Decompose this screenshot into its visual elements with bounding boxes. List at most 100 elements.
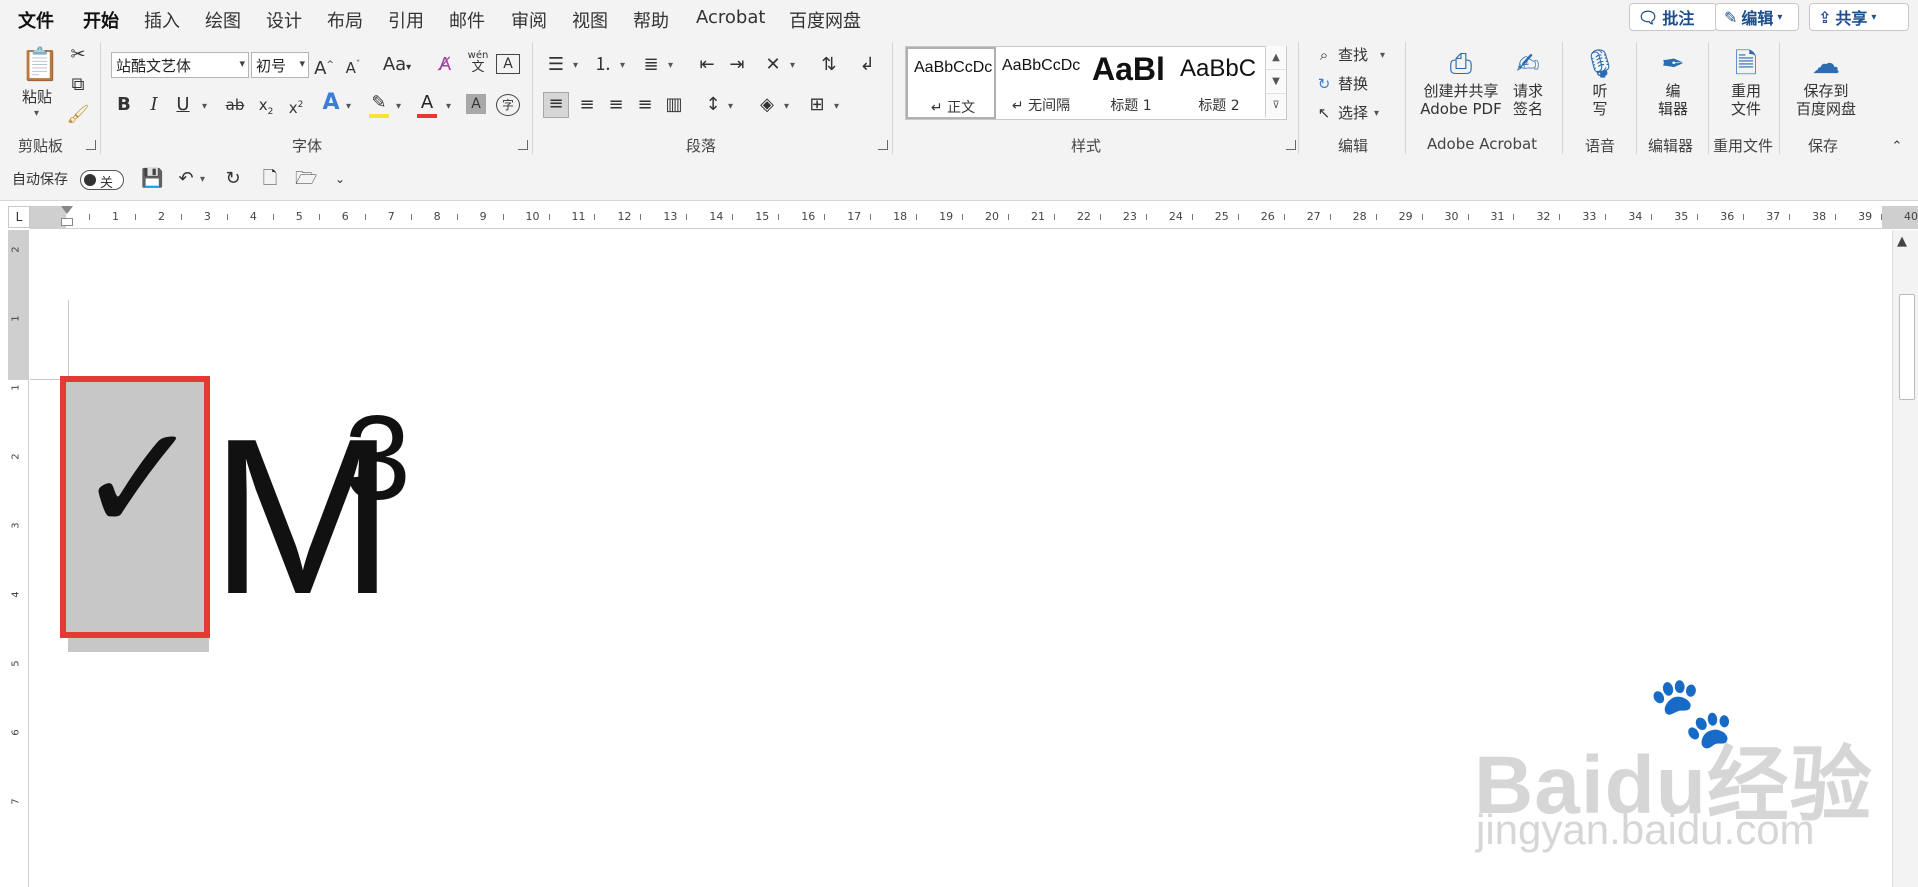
distributed-icon[interactable]: ▥ bbox=[663, 94, 685, 116]
reuse-files-button[interactable]: 🗎 重用 文件 bbox=[1718, 46, 1774, 118]
shrink-font-icon[interactable]: Aˇ bbox=[342, 54, 364, 79]
grow-font-icon[interactable]: A^ bbox=[313, 54, 335, 80]
highlight-icon[interactable]: ✎ bbox=[368, 92, 390, 114]
bullets-icon[interactable]: ☰ bbox=[545, 54, 567, 76]
numbering-icon[interactable]: ⒈ bbox=[592, 54, 614, 76]
save-to-baidu-button[interactable]: ☁ 保存到 百度网盘 bbox=[1786, 46, 1866, 118]
tab-view[interactable]: 视图 bbox=[572, 7, 608, 33]
sort-icon[interactable]: ⇅ bbox=[818, 54, 840, 76]
tab-insert[interactable]: 插入 bbox=[144, 7, 180, 33]
save-icon[interactable]: 💾 bbox=[141, 168, 163, 190]
font-launcher-icon[interactable] bbox=[518, 140, 528, 150]
borders-icon[interactable]: ⊞ bbox=[806, 94, 828, 116]
dictate-button[interactable]: 🎙 听 写 bbox=[1574, 46, 1626, 118]
new-document-icon[interactable]: 🗋 bbox=[259, 168, 281, 190]
checkmark-character[interactable]: ✓ bbox=[76, 405, 202, 555]
select-cursor-icon[interactable]: ↖ bbox=[1314, 102, 1334, 124]
style-no-spacing[interactable]: AaBbCcDc ↵ 无间隔 bbox=[996, 47, 1086, 119]
tab-mailings[interactable]: 邮件 bbox=[449, 7, 485, 33]
chevron-down-icon[interactable]: ▾ bbox=[1380, 50, 1385, 61]
paragraph-launcher-icon[interactable] bbox=[878, 140, 888, 150]
chevron-down-icon[interactable]: ▾ bbox=[200, 174, 205, 185]
align-center-icon[interactable]: ≡ bbox=[576, 94, 598, 116]
tab-design[interactable]: 设计 bbox=[266, 7, 302, 33]
chevron-down-icon[interactable]: ▾ bbox=[396, 101, 401, 112]
open-folder-icon[interactable]: 🗁 bbox=[295, 168, 317, 190]
phonetic-guide-icon[interactable]: wén 文 bbox=[466, 50, 490, 74]
styles-scroll[interactable]: ▲ ▼ ⊽ bbox=[1265, 46, 1286, 118]
asian-layout-icon[interactable]: ✕ bbox=[762, 54, 784, 76]
first-line-indent-marker[interactable] bbox=[61, 206, 73, 214]
chevron-down-icon[interactable]: ▾ bbox=[784, 101, 789, 112]
font-color-icon[interactable]: A bbox=[416, 92, 438, 114]
style-heading-1[interactable]: AaBl 标题 1 bbox=[1086, 47, 1176, 119]
redo-icon[interactable]: ↻ bbox=[222, 168, 244, 190]
chevron-down-icon[interactable]: ▾ bbox=[728, 101, 733, 112]
chevron-down-icon[interactable]: ▾ bbox=[446, 101, 451, 112]
enclose-characters-icon[interactable]: 字 bbox=[496, 94, 520, 116]
chevron-down-icon[interactable]: ▾ bbox=[573, 60, 578, 71]
change-case-icon[interactable]: Aa▾ bbox=[380, 54, 414, 79]
paste-label[interactable]: 粘贴 bbox=[22, 86, 52, 107]
tab-home[interactable]: 开始 bbox=[83, 7, 119, 40]
autosave-toggle[interactable]: 关 bbox=[80, 170, 124, 191]
scroll-thumb[interactable] bbox=[1899, 294, 1915, 400]
chevron-down-icon[interactable]: ▼ bbox=[1266, 70, 1286, 94]
superscript-icon[interactable]: x2 bbox=[284, 94, 308, 119]
find-button[interactable]: 查找 bbox=[1338, 44, 1368, 65]
character-border-icon[interactable]: A bbox=[496, 54, 520, 74]
vertical-scrollbar[interactable]: ▲ bbox=[1892, 230, 1918, 887]
font-size-select[interactable]: 初号 ▾ bbox=[251, 52, 309, 78]
select-button[interactable]: 选择 bbox=[1338, 102, 1368, 123]
editor-button[interactable]: ✒ 编 辑器 bbox=[1646, 46, 1700, 118]
comments-button[interactable]: 🗨 批注 bbox=[1629, 3, 1717, 31]
left-indent-marker[interactable] bbox=[61, 218, 73, 226]
chevron-down-icon[interactable]: ▾ bbox=[1374, 108, 1379, 119]
document-superscript[interactable]: 3 bbox=[344, 398, 411, 518]
justify-icon[interactable]: ≡ bbox=[634, 94, 656, 116]
create-share-pdf-button[interactable]: ⎙ 创建并共享 Adobe PDF bbox=[1418, 46, 1504, 118]
character-shading-icon[interactable]: A bbox=[466, 94, 486, 114]
chevron-down-icon[interactable]: ▾ bbox=[202, 101, 207, 112]
show-marks-icon[interactable]: ↲ bbox=[856, 54, 878, 76]
styles-launcher-icon[interactable] bbox=[1286, 140, 1296, 150]
underline-icon[interactable]: U bbox=[172, 94, 194, 116]
text-effects-icon[interactable]: A bbox=[320, 92, 342, 114]
paste-icon[interactable]: 📋 bbox=[20, 44, 60, 84]
tab-review[interactable]: 审阅 bbox=[511, 7, 547, 33]
italic-icon[interactable]: I bbox=[143, 94, 165, 116]
clear-formatting-icon[interactable]: A̸ bbox=[434, 54, 456, 76]
replace-button[interactable]: 替换 bbox=[1338, 73, 1368, 94]
shading-icon[interactable]: ◈ bbox=[756, 94, 778, 116]
replace-icon[interactable]: ↻ bbox=[1314, 73, 1334, 95]
tab-layout[interactable]: 布局 bbox=[327, 7, 363, 33]
chevron-down-icon[interactable]: ▾ bbox=[34, 108, 39, 119]
format-painter-icon[interactable]: 🖌 bbox=[66, 104, 90, 126]
tab-selector[interactable]: L bbox=[8, 206, 30, 228]
scroll-up-icon[interactable]: ▲ bbox=[1897, 234, 1907, 249]
copy-icon[interactable]: ⧉ bbox=[66, 74, 90, 96]
tab-help[interactable]: 帮助 bbox=[633, 7, 669, 33]
tab-draw[interactable]: 绘图 bbox=[205, 7, 241, 33]
editing-mode-button[interactable]: ✎ 编辑 ▾ bbox=[1715, 3, 1799, 31]
tab-references[interactable]: 引用 bbox=[388, 7, 424, 33]
tab-baidu-netdisk[interactable]: 百度网盘 bbox=[789, 7, 861, 33]
request-signature-button[interactable]: ✍ 请求 签名 bbox=[1508, 46, 1548, 118]
decrease-indent-icon[interactable]: ⇤ bbox=[696, 54, 718, 76]
collapse-ribbon-icon[interactable]: ⌃ bbox=[1888, 136, 1906, 158]
share-button[interactable]: ⇪ 共享 ▾ bbox=[1809, 3, 1909, 31]
increase-indent-icon[interactable]: ⇥ bbox=[726, 54, 748, 76]
chevron-up-icon[interactable]: ▲ bbox=[1266, 46, 1286, 70]
bold-icon[interactable]: B bbox=[113, 94, 135, 116]
tab-acrobat[interactable]: Acrobat bbox=[696, 7, 765, 28]
customize-qat-icon[interactable]: ⌄ bbox=[332, 168, 348, 190]
chevron-down-icon[interactable]: ▾ bbox=[346, 101, 351, 112]
style-normal[interactable]: AaBbCcDc ↵ 正文 bbox=[906, 47, 996, 119]
chevron-down-icon[interactable]: ▾ bbox=[790, 60, 795, 71]
line-spacing-icon[interactable]: ↕ bbox=[702, 94, 724, 116]
clipboard-launcher-icon[interactable] bbox=[86, 140, 96, 150]
style-heading-2[interactable]: AaBbC 标题 2 bbox=[1174, 47, 1264, 119]
undo-icon[interactable]: ↶ bbox=[175, 168, 197, 190]
chevron-down-icon[interactable]: ▾ bbox=[620, 60, 625, 71]
find-icon[interactable]: ⌕ bbox=[1314, 44, 1334, 66]
